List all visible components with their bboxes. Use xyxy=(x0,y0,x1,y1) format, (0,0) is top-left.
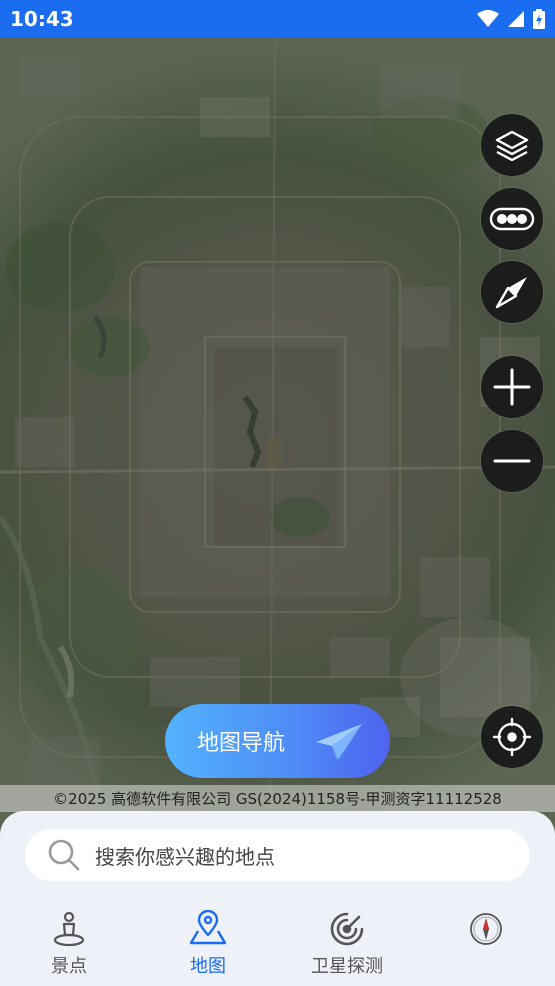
wifi-icon xyxy=(477,9,499,27)
locate-button[interactable] xyxy=(481,706,543,768)
zoom-in-button[interactable] xyxy=(481,356,543,418)
search-icon xyxy=(48,839,80,871)
status-icons xyxy=(477,8,545,29)
status-bar: 10:43 xyxy=(0,0,555,37)
compass-button[interactable] xyxy=(481,261,543,323)
tab-map[interactable]: 地图 xyxy=(148,908,268,986)
compass-icon xyxy=(495,277,527,309)
zoom-out-button[interactable] xyxy=(481,430,543,492)
traffic-icon xyxy=(489,207,535,231)
status-time: 10:43 xyxy=(10,6,74,31)
bottom-sheet: 搜索你感兴趣的地点 景点 地图 卫星探测 xyxy=(0,811,555,986)
tab-label: 地图 xyxy=(190,956,226,977)
map-navigation-button[interactable]: 地图导航 xyxy=(165,704,390,778)
compass-tab-icon xyxy=(470,913,502,945)
paper-plane-icon xyxy=(316,724,362,760)
search-bar[interactable]: 搜索你感兴趣的地点 xyxy=(25,829,530,881)
tab-compass[interactable] xyxy=(426,908,546,986)
bottom-tab-bar: 景点 地图 卫星探测 xyxy=(0,908,555,986)
signal-icon xyxy=(508,10,524,27)
layers-button[interactable] xyxy=(481,114,543,176)
battery-icon xyxy=(533,8,545,29)
plus-icon xyxy=(493,368,531,406)
traffic-button[interactable] xyxy=(481,188,543,250)
crosshair-icon xyxy=(492,717,532,757)
tab-satellite-detection[interactable]: 卫星探测 xyxy=(287,908,407,986)
search-placeholder: 搜索你感兴趣的地点 xyxy=(95,844,275,869)
tab-scenic-spots[interactable]: 景点 xyxy=(9,908,129,986)
map-pin-icon xyxy=(189,910,227,945)
tab-label: 卫星探测 xyxy=(311,956,383,977)
tab-label: 景点 xyxy=(51,956,87,977)
minus-icon xyxy=(493,459,531,463)
map-copyright: ©2025 高德软件有限公司 GS(2024)1158号-甲测资字1111252… xyxy=(0,785,555,812)
layers-icon xyxy=(495,130,529,162)
person-landmark-icon xyxy=(53,911,85,947)
map-navigation-label: 地图导航 xyxy=(197,731,286,756)
radar-icon xyxy=(330,912,364,946)
